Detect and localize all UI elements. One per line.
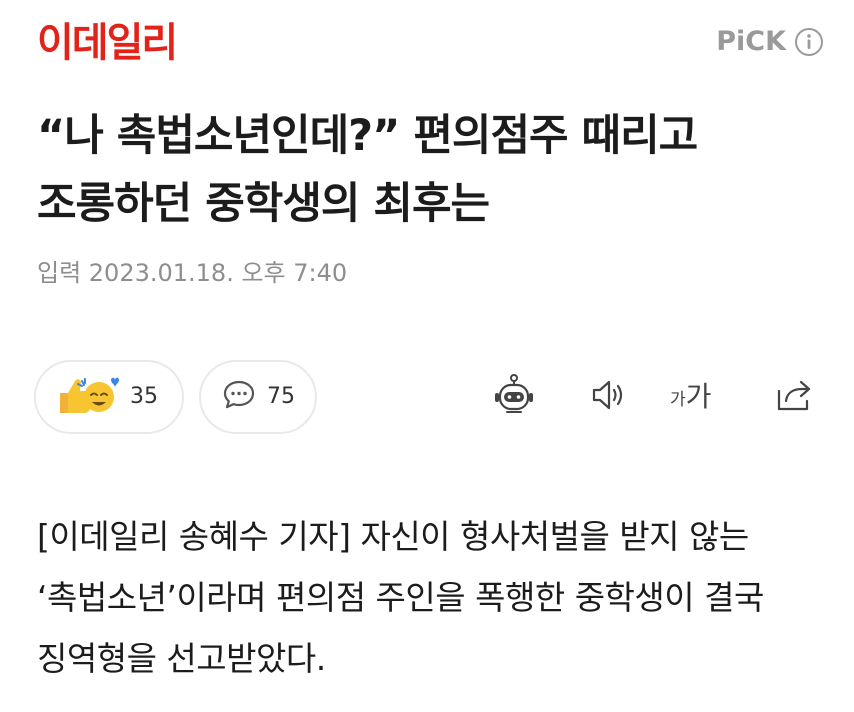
robot-icon <box>492 373 536 421</box>
share-icon <box>774 375 814 419</box>
comments-button[interactable]: 75 <box>199 360 317 434</box>
speaker-icon <box>588 375 628 419</box>
font-size-large-glyph: 가 <box>685 380 712 413</box>
article-header: 이데일리 PiCK <box>0 0 854 88</box>
publisher-logo[interactable]: 이데일리 <box>37 18 178 68</box>
thumbs-up-and-heart-face-icon <box>54 371 120 423</box>
share-button[interactable] <box>774 377 814 417</box>
font-size-small-glyph: 가 <box>670 390 686 410</box>
summary-bot-button[interactable] <box>494 374 534 417</box>
reactions-button[interactable]: 35 <box>34 360 184 434</box>
text-to-speech-button[interactable] <box>588 377 628 417</box>
info-icon[interactable] <box>794 27 824 57</box>
article-headline: “나 촉법소년인데?” 편의점주 때리고 조롱하던 중학생의 최후는 <box>37 111 698 229</box>
reaction-count: 35 <box>130 384 158 409</box>
comment-count: 75 <box>267 384 295 409</box>
pick-badge[interactable]: PiCK <box>716 24 824 60</box>
font-size-button[interactable]: 가 가 <box>670 376 711 418</box>
pick-label: PiCK <box>716 26 786 57</box>
article-body: [이데일리 송혜수 기자] 자신이 형사처벌을 받지 않는 ‘촉법소년’이라며 … <box>37 517 764 678</box>
published-timestamp: 입력 2023.01.18. 오후 7:40 <box>37 259 348 287</box>
article-toolbar: 35 75 가 가 <box>0 360 854 438</box>
speech-bubble-icon <box>221 377 257 417</box>
